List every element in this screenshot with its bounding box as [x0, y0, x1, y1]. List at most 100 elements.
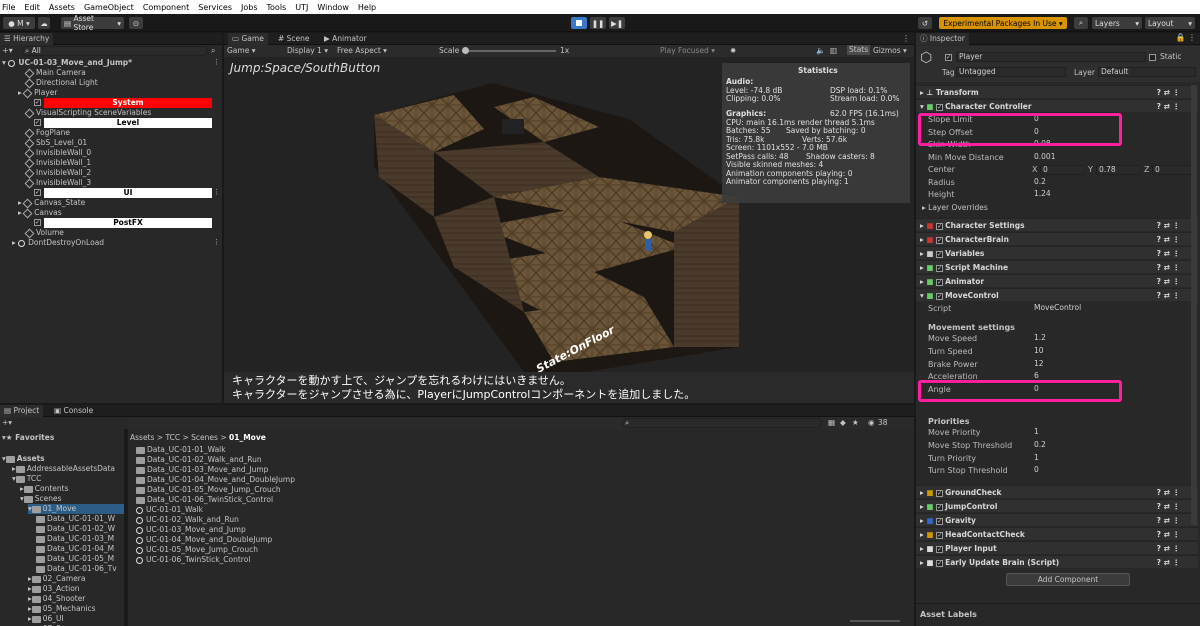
add-component-button[interactable]: Add Component: [1006, 573, 1130, 586]
help-icon[interactable]: ? ⇄ ⋮: [1157, 514, 1180, 527]
help-icon[interactable]: ? ⇄ ⋮: [1157, 542, 1180, 555]
help-icon[interactable]: ? ⇄ ⋮: [1157, 233, 1180, 246]
priority-prop-field[interactable]: 1: [1032, 453, 1190, 464]
tree-item[interactable]: ▾ TCC: [12, 474, 41, 484]
tree-item[interactable]: ▸ 05_Mechanics: [28, 604, 96, 614]
project-search-input[interactable]: ⌕: [622, 418, 822, 428]
hierarchy-item[interactable]: System: [44, 98, 212, 108]
enable-checkbox[interactable]: ✓: [936, 222, 944, 230]
character-controller-component[interactable]: ▾ ■ ✓ Character Controller? ⇄ ⋮: [916, 99, 1198, 112]
tree-item[interactable]: ▾ Scenes: [20, 494, 62, 504]
hierarchy-item[interactable]: PostFX: [44, 218, 212, 228]
visibility-icon[interactable]: ◉: [868, 418, 875, 428]
help-icon[interactable]: ? ⇄ ⋮: [1157, 528, 1180, 541]
help-icon[interactable]: ? ⇄ ⋮: [1157, 275, 1180, 288]
enable-checkbox[interactable]: ✓: [936, 250, 944, 258]
component-character-settings[interactable]: ▸ ■ ✓ Character Settings? ⇄ ⋮: [916, 218, 1198, 231]
item-menu-icon[interactable]: ⋮: [213, 188, 220, 196]
tree-item[interactable]: ▸ 04_Shooter: [28, 594, 85, 604]
priority-prop-field[interactable]: 0: [1032, 466, 1190, 476]
tree-item[interactable]: ▸ 06_UI: [28, 614, 64, 624]
help-icon[interactable]: ? ⇄ ⋮: [1157, 86, 1180, 99]
layout-dropdown[interactable]: Layout ▾: [1145, 17, 1195, 29]
scale-slider-handle[interactable]: [462, 47, 469, 54]
play-focused-dropdown[interactable]: Play Focused ▾: [660, 46, 715, 56]
transform-component[interactable]: ▸ ⊥ Transform? ⇄ ⋮: [916, 85, 1198, 98]
play-button[interactable]: [571, 17, 587, 29]
component-jumpcontrol[interactable]: ▸ ■ ✓ JumpControl? ⇄ ⋮: [916, 499, 1198, 512]
hierarchy-item[interactable]: ▸ Player: [18, 88, 216, 98]
tab-inspector[interactable]: ⓘ Inspector: [916, 33, 969, 45]
enable-checkbox[interactable]: ✓: [936, 531, 944, 539]
movecontrol-component[interactable]: ▾ ■ ✓ MoveControl? ⇄ ⋮: [916, 288, 1198, 301]
file-item[interactable]: Data_UC-01-05_Move_Jump_Crouch: [136, 485, 281, 495]
cc-prop-field[interactable]: 0.001: [1032, 152, 1190, 163]
menu-window[interactable]: Window: [317, 3, 349, 12]
menu-gameobject[interactable]: GameObject: [84, 3, 134, 12]
breadcrumb-item[interactable]: TCC: [165, 433, 180, 442]
tree-item[interactable]: ▸ 02_Camera: [28, 574, 86, 584]
tab-animator[interactable]: ▶ Animator: [320, 33, 371, 45]
audio-mute-icon[interactable]: 🔈: [816, 46, 825, 56]
hierarchy-checkbox[interactable]: ✓: [34, 119, 41, 126]
help-icon[interactable]: ? ⇄ ⋮: [1157, 247, 1180, 260]
hierarchy-item[interactable]: ▸ DontDestroyOnLoad: [12, 238, 202, 248]
static-checkbox[interactable]: [1149, 54, 1156, 61]
hierarchy-item[interactable]: InvisibleWall_2: [24, 168, 216, 178]
panel-menu-icon[interactable]: ⋮: [902, 34, 910, 43]
file-item[interactable]: Data_UC-01-06_TwinStick_Control: [136, 495, 273, 505]
file-item[interactable]: Data_UC-01-04_Move_and_DoubleJump: [136, 475, 295, 485]
menu-assets[interactable]: Assets: [49, 3, 75, 12]
menu-help[interactable]: Help: [358, 3, 376, 12]
zoom-slider[interactable]: [850, 620, 900, 622]
hierarchy-item[interactable]: Volume: [24, 228, 216, 238]
enable-checkbox[interactable]: ✓: [936, 503, 944, 511]
layer-dropdown[interactable]: Default: [1098, 67, 1196, 77]
tag-dropdown[interactable]: Untagged: [956, 67, 1066, 77]
gizmos-toggle[interactable]: Gizmos ▾: [873, 46, 907, 56]
filter-by-label-icon[interactable]: ◆: [840, 418, 846, 428]
tree-item[interactable]: Data_UC-01-06_Tv: [36, 564, 117, 574]
hierarchy-item[interactable]: UI: [44, 188, 212, 198]
mc-prop-field[interactable]: 12: [1032, 359, 1190, 370]
help-icon[interactable]: ? ⇄ ⋮: [1157, 500, 1180, 513]
active-checkbox[interactable]: ✓: [945, 54, 952, 61]
object-name-field[interactable]: Player: [956, 52, 1146, 62]
hierarchy-search-input[interactable]: ⌕ All: [22, 46, 208, 56]
radius-field[interactable]: 0.2: [1032, 178, 1190, 188]
layers-dropdown[interactable]: Layers ▾: [1092, 17, 1142, 29]
component-gravity[interactable]: ▸ ■ ✓ Gravity? ⇄ ⋮: [916, 513, 1198, 526]
file-item[interactable]: UC-01-02_Walk_and_Run: [136, 515, 239, 525]
component-animator[interactable]: ▸ ■ ✓ Animator? ⇄ ⋮: [916, 274, 1198, 287]
favorites-item[interactable]: ▾★ Favorites: [2, 433, 54, 443]
menu-jobs[interactable]: Jobs: [241, 3, 258, 12]
enable-checkbox[interactable]: ✓: [936, 264, 944, 272]
script-field[interactable]: MoveControl: [1032, 304, 1190, 314]
tab-game[interactable]: ▭ Game: [228, 33, 268, 45]
collab-icon[interactable]: ⊙: [129, 17, 143, 29]
history-icon[interactable]: ↺: [918, 17, 932, 29]
priority-prop-field[interactable]: 1: [1032, 428, 1190, 438]
file-item[interactable]: Data_UC-01-02_Walk_and_Run: [136, 455, 262, 465]
inspector-scrollbar[interactable]: [1191, 85, 1197, 525]
scale-slider[interactable]: [462, 47, 556, 54]
tree-item[interactable]: Data_UC-01-02_W: [36, 524, 115, 534]
file-item[interactable]: UC-01-03_Move_and_Jump: [136, 525, 246, 535]
tab-hierarchy[interactable]: ☰ Hierarchy: [0, 33, 54, 45]
hierarchy-checkbox[interactable]: ✓: [34, 99, 41, 106]
center-z-field[interactable]: 0: [1152, 165, 1196, 175]
center-x-field[interactable]: 0: [1040, 165, 1084, 175]
scene-menu-icon[interactable]: ⋮: [213, 58, 220, 66]
tree-item[interactable]: Data_UC-01-04_M: [36, 544, 114, 554]
add-icon[interactable]: +▾: [2, 46, 13, 55]
menu-component[interactable]: Component: [143, 3, 189, 12]
help-icon[interactable]: ? ⇄ ⋮: [1157, 289, 1180, 302]
component-variables[interactable]: ▸ ■ ✓ Variables? ⇄ ⋮: [916, 246, 1198, 259]
file-item[interactable]: UC-01-05_Move_Jump_Crouch: [136, 545, 258, 555]
file-item[interactable]: UC-01-06_TwinStick_Control: [136, 555, 250, 565]
hierarchy-item[interactable]: InvisibleWall_3: [24, 178, 216, 188]
tree-item[interactable]: ▸ Contents: [20, 484, 69, 494]
tab-scene[interactable]: # Scene: [274, 33, 314, 45]
mc-prop-field[interactable]: 10: [1032, 346, 1190, 357]
component-script-machine[interactable]: ▸ ■ ✓ Script Machine? ⇄ ⋮: [916, 260, 1198, 273]
